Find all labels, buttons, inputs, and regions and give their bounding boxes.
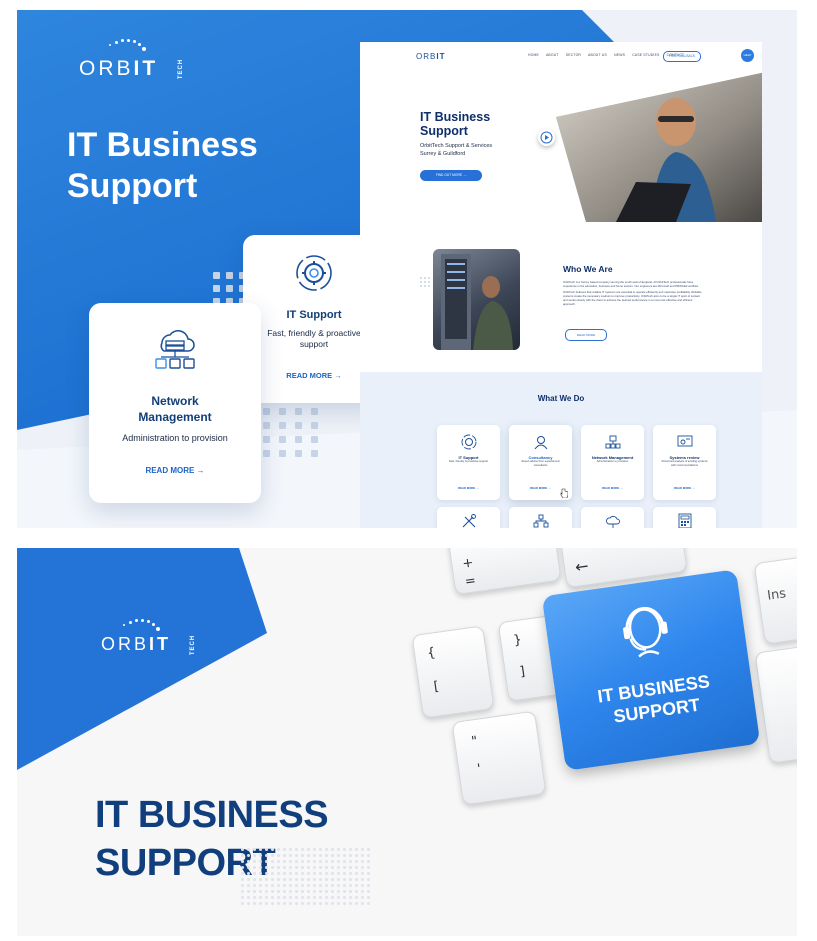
- decorative-dot-grid: [420, 277, 430, 287]
- title-line: IT BUSINESS: [95, 794, 329, 836]
- key-glyph: [: [432, 679, 441, 695]
- gear-icon: [461, 434, 476, 450]
- logo-word: ORB: [416, 52, 437, 61]
- nav-link[interactable]: ABOUT: [546, 53, 559, 57]
- keyboard-key: [754, 644, 797, 764]
- page-title: IT Business Support: [67, 126, 258, 205]
- calculator-icon: [678, 513, 692, 528]
- decorative-dot-grid: [263, 408, 318, 457]
- logo-word: ORB: [79, 57, 134, 80]
- keyboard-key: { [: [411, 625, 495, 719]
- logo-suffix: TECH: [190, 634, 197, 656]
- who-we-are-text: OrbitTech is a Surrey based company serv…: [563, 280, 703, 306]
- service-card[interactable]: [437, 507, 500, 528]
- service-read-more[interactable]: READ MORE →: [437, 486, 500, 490]
- nav-link[interactable]: NEWS: [614, 53, 625, 57]
- service-description: Structured analysis of existing systems …: [661, 460, 708, 467]
- logo-it: IT: [133, 57, 159, 80]
- consultant-icon: [534, 436, 547, 450]
- service-description: Administration to provision: [596, 460, 629, 463]
- service-read-more[interactable]: READ MORE →: [581, 486, 644, 490]
- keyboard-key: " ': [451, 710, 547, 806]
- key-glyph: =: [463, 573, 477, 590]
- mockup-navbar: ORBIT HOME ABOUT SECTOR ABOUT US NEWS CA…: [360, 42, 762, 70]
- network-management-card[interactable]: Network Management Administration to pro…: [89, 303, 261, 503]
- hero-photo-support-agent: [556, 72, 762, 222]
- logo-suffix: TECH: [178, 58, 185, 80]
- hero-subtitle-line: OrbitTech Support & Services: [420, 143, 493, 149]
- key-glyph: {: [426, 645, 437, 662]
- nav-link[interactable]: HOME: [528, 53, 539, 57]
- service-read-more[interactable]: READ MORE →: [653, 486, 716, 490]
- nav-link[interactable]: CASE STUDIES: [632, 53, 659, 57]
- hand-cursor-icon: [560, 488, 568, 498]
- systems-icon: [677, 435, 692, 447]
- logo-word: ORB: [101, 634, 150, 654]
- service-card[interactable]: [509, 507, 572, 528]
- find-out-more-button[interactable]: FIND OUT MORE →: [420, 170, 482, 181]
- service-card[interactable]: Network Management Administration to pro…: [581, 425, 644, 500]
- service-card[interactable]: IT Support Fast, friendly & proactive su…: [437, 425, 500, 500]
- key-glyph: }: [512, 632, 523, 649]
- service-card[interactable]: [653, 507, 716, 528]
- play-icon: [540, 131, 553, 144]
- who-we-are-title: Who We Are: [563, 264, 613, 274]
- key-glyph: ': [476, 761, 482, 778]
- service-card[interactable]: Consultancy Expert advice from experienc…: [509, 425, 572, 500]
- card-description: Fast, friendly & proactive support: [267, 328, 361, 349]
- logo-it: IT: [149, 634, 172, 654]
- help-button[interactable]: HELP: [741, 49, 754, 62]
- who-paragraph: OrbitTech is a Surrey based company serv…: [563, 280, 699, 288]
- service-description: Expert advice from experienced consultan…: [521, 460, 560, 467]
- headset-person-icon: [623, 606, 668, 658]
- play-button[interactable]: [538, 129, 555, 146]
- server-room-photo: [433, 249, 520, 350]
- blue-backdrop: [17, 548, 267, 770]
- presentation-panel-web: ORBIT TECH IT Business Support IT Suppor…: [17, 10, 797, 528]
- network-icon: [155, 330, 195, 369]
- presentation-panel-keyboard: ORBIT TECH IT BUSINESS SUPPORT + = ← Ins…: [17, 548, 797, 936]
- read-more-link[interactable]: READ MORE →: [89, 466, 261, 475]
- nav-link[interactable]: SECTOR: [566, 53, 581, 57]
- network-icon: [605, 435, 620, 449]
- hierarchy-icon: [533, 514, 549, 528]
- tools-icon: [462, 514, 476, 528]
- website-mockup: ORBIT HOME ABOUT SECTOR ABOUT US NEWS CA…: [360, 42, 762, 528]
- who-read-more-button[interactable]: READ MORE: [565, 329, 607, 341]
- key-glyph: +: [461, 555, 475, 572]
- key-glyph: Ins: [766, 586, 788, 604]
- service-card[interactable]: [581, 507, 644, 528]
- card-description: Administration to provision: [122, 433, 228, 443]
- mockup-hero-title: IT Business Support: [420, 110, 491, 138]
- hero-location-line: Surrey & Guildford: [420, 151, 466, 157]
- arrow-left-icon: ←: [573, 556, 590, 577]
- orbit-tech-logo: ORBIT TECH: [79, 38, 199, 83]
- gear-icon: [296, 255, 332, 291]
- it-business-support-key: IT BUSINESS SUPPORT: [541, 569, 761, 771]
- card-title: Network Management: [138, 394, 212, 424]
- what-we-do-title: What We Do: [537, 394, 585, 403]
- mockup-hero-subtitle: OrbitTech Support & Services Surrey & Gu…: [420, 142, 492, 158]
- who-paragraph: OrbitTech believes that reliable IT syst…: [563, 290, 702, 306]
- decorative-dot-grid: [241, 848, 370, 905]
- orbit-tech-logo: ORBIT TECH: [101, 618, 211, 658]
- keyboard-key: + =: [447, 548, 562, 596]
- service-card[interactable]: Systems review Structured analysis of ex…: [653, 425, 716, 500]
- callback-button[interactable]: FREE CALLBACK: [663, 51, 701, 62]
- service-description: Fast, friendly & proactive support: [448, 460, 489, 463]
- keyboard-key: Ins: [753, 553, 797, 645]
- nav-link[interactable]: ABOUT US: [588, 53, 607, 57]
- logo-it: IT: [436, 52, 446, 61]
- key-glyph: ]: [518, 664, 526, 680]
- cloud-icon: [606, 515, 620, 528]
- key-glyph: ": [470, 733, 479, 750]
